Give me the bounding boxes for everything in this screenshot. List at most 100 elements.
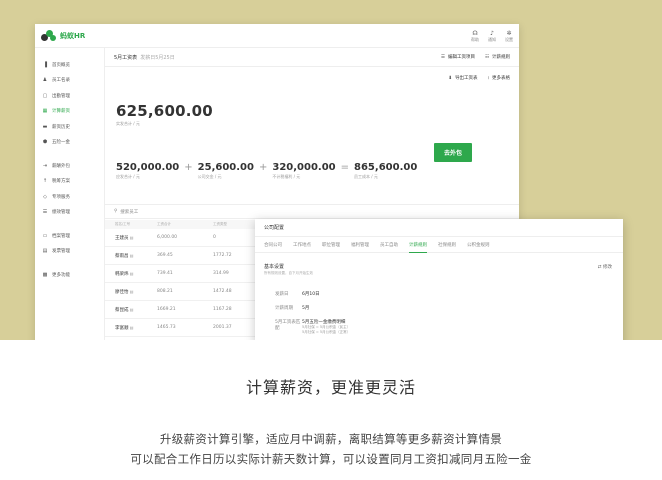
sidebar-item[interactable]: ▐ 首页概览 <box>35 57 104 73</box>
settings-row: 计薪周期 5月 <box>275 305 309 311</box>
tray-icon: ▭ <box>42 232 48 239</box>
top-action-label: 帮助 <box>471 36 479 42</box>
formula-value: 865,600.00 <box>354 162 418 173</box>
list-icon: ☰ <box>42 209 48 216</box>
modal-tab[interactable]: 职位管理 <box>322 237 340 253</box>
download-icon: ⬇ <box>448 76 453 81</box>
header-buttons: ☰ 编辑工资项目 ☷ 计薪规则 <box>441 54 510 60</box>
grid-icon: ▩ <box>42 271 48 278</box>
sidebar-item-label: 薪酬外包 <box>52 163 70 169</box>
basic-settings-section: 基本设置 所有规则设置，自下月开始生效 <box>264 263 313 276</box>
setting-value-wrap: 6月10日 <box>302 291 320 297</box>
operator-symbol: + <box>258 162 268 173</box>
modal-tab[interactable]: 员工自助 <box>380 237 398 253</box>
setting-key: 计薪周期 <box>275 306 293 311</box>
table-cell: 369.45 <box>157 253 173 258</box>
sidebar-item[interactable]: ☰ 绩效管理 <box>35 205 104 221</box>
sidebar-item[interactable]: ▬ 薪资历史 <box>35 119 104 135</box>
net-total: 625,600.00 实发合计 / 元 <box>116 102 213 127</box>
modal-tab[interactable]: 工作地点 <box>293 237 311 253</box>
modal-tab[interactable]: 福利管理 <box>351 237 369 253</box>
setting-value-wrap: 5月五险一金缴费明细 5月社保 = 5月公积金（民主） 5月社保 = 5月公积金（正… <box>302 319 350 335</box>
header-button-label: 计薪规则 <box>492 55 510 60</box>
gear-icon: ✲ <box>506 29 512 37</box>
calendar-icon: ▢ <box>42 92 48 99</box>
calculator-icon: ▦ <box>42 108 48 115</box>
sidebar-item[interactable]: ◇ 专项服务 <box>35 189 104 205</box>
up-arrow-icon: ↑ <box>42 178 48 185</box>
top-action-0[interactable]: ☊ 帮助 <box>471 30 479 42</box>
formula-item: 865,600.00 员工成本 / 元 <box>354 162 417 180</box>
document-icon: ▤ <box>128 288 134 294</box>
modal-tab[interactable]: 合同公司 <box>264 237 282 253</box>
sidebar-item[interactable]: ▭ 档案管理 <box>35 228 104 244</box>
company-config-modal: 公司配置 合同公司 工作地点 职位管理 福利管理 员工自助 计薪规则 社保规则 公积金规则 基… <box>255 219 623 340</box>
action-link[interactable]: ⁝ 更多表格 <box>488 75 510 81</box>
sidebar-divider <box>35 220 104 228</box>
screenshot-stage: 蚂蚁HR ☊ 帮助 ♪ 通知 ✲ 设置 ▐ 首页概览 ♟ 员工名录 ▢ 出勤管理 ▦ 计算薪资 ▬ 薪资历史… <box>0 0 662 340</box>
employee-search[interactable]: ⚲ 搜索员工 <box>105 204 519 219</box>
table-cell: 1465.73 <box>157 325 176 330</box>
table-cell: 1167.28 <box>213 307 232 312</box>
sidebar-item-label: 税筹方案 <box>52 179 70 185</box>
column-header: 工资合计 <box>157 222 171 226</box>
column-header: 姓名/工号 <box>115 222 131 226</box>
sidebar-item[interactable]: ↑ 税筹方案 <box>35 174 104 190</box>
employee-name-text: 李富顺 <box>115 325 129 331</box>
sidebar-item[interactable]: ▤ 发票管理 <box>35 244 104 260</box>
employee-name-text: 廖佳怡 <box>115 289 129 295</box>
top-action-2[interactable]: ✲ 设置 <box>505 30 513 42</box>
net-total-value: 625,600.00 <box>116 102 213 120</box>
setting-value-wrap: 5月 <box>302 305 309 311</box>
sidebar-item-label: 薪资历史 <box>52 124 70 130</box>
modal-tab[interactable]: 计薪规则 <box>409 237 427 253</box>
table-cell: 1772.72 <box>213 253 232 258</box>
employee-name[interactable]: 蔡雨昌 ▤ <box>105 253 147 259</box>
table-cell: 0 <box>213 235 216 240</box>
net-total-label: 实发合计 / 元 <box>116 121 140 126</box>
document-icon: ▤ <box>128 306 134 312</box>
employee-name[interactable]: 韩梁炜 ▤ <box>105 271 147 277</box>
action-link[interactable]: ⬇ 导出工资表 <box>448 75 477 81</box>
setting-key: 5月工资表匹配 <box>275 320 301 331</box>
sidebar-item[interactable]: ♟ 员工名录 <box>35 73 104 89</box>
formula-value: 320,000.00 <box>272 162 336 173</box>
document-icon: ▤ <box>128 234 134 240</box>
operator-symbol: + <box>184 162 193 173</box>
formula-label: 公司交金 / 元 <box>197 174 222 179</box>
formula-item: 320,000.00 不计税福利 / 元 <box>272 162 335 180</box>
search-input[interactable]: 搜索员工 <box>120 209 138 215</box>
employee-name[interactable]: 王建员 ▤ <box>105 235 147 241</box>
section-desc: 所有规则设置，自下月开始生效 <box>264 271 313 275</box>
sidebar-item[interactable]: ⬢ 五险一金 <box>35 135 104 151</box>
sidebar-item-label: 计算薪资 <box>52 109 70 115</box>
top-action-1[interactable]: ♪ 通知 <box>488 30 496 42</box>
sidebar-item[interactable]: ▢ 出勤管理 <box>35 88 104 104</box>
formula-label: 应发合计 / 元 <box>116 174 140 179</box>
top-bar: 蚂蚁HR ☊ 帮助 ♪ 通知 ✲ 设置 <box>35 24 519 48</box>
sidebar-item[interactable]: ⇥ 薪酬外包 <box>35 158 104 174</box>
header-button[interactable]: ☷ 计薪规则 <box>485 54 510 60</box>
formula-value: 520,000.00 <box>116 162 180 173</box>
sidebar-item[interactable]: ▩ 更多功能 <box>35 267 104 283</box>
modal-tab[interactable]: 社保规则 <box>438 237 456 253</box>
action-link-label: 更多表格 <box>492 76 510 81</box>
sidebar-item[interactable]: ▦ 计算薪资 <box>35 104 104 120</box>
diamond-icon: ◇ <box>43 193 47 200</box>
employee-name[interactable]: 蔡昆成 ▤ <box>105 307 147 313</box>
sidebar-divider <box>35 150 104 158</box>
logo[interactable]: 蚂蚁HR <box>41 29 85 42</box>
header-button[interactable]: ☰ 编辑工资项目 <box>441 54 475 60</box>
employee-name[interactable]: 廖佳怡 ▤ <box>105 289 147 295</box>
edit-button[interactable]: ⇄ 修改 <box>598 264 612 270</box>
outsource-button[interactable]: 去外包 <box>434 143 472 162</box>
employee-name-text: 韩梁炜 <box>115 271 129 277</box>
section-title: 基本设置 <box>264 264 285 270</box>
caption-line-1: 升级薪资计算引擎，适应月中调薪，离职结算等更多薪资计算情景 <box>159 432 503 446</box>
table-cell: 808.21 <box>157 289 173 294</box>
modal-tab[interactable]: 公积金规则 <box>467 237 490 253</box>
sidebar-item-label: 首页概览 <box>52 62 70 68</box>
top-action-label: 设置 <box>505 36 513 42</box>
top-action-label: 通知 <box>488 36 496 42</box>
employee-name[interactable]: 李富顺 ▤ <box>105 325 147 331</box>
